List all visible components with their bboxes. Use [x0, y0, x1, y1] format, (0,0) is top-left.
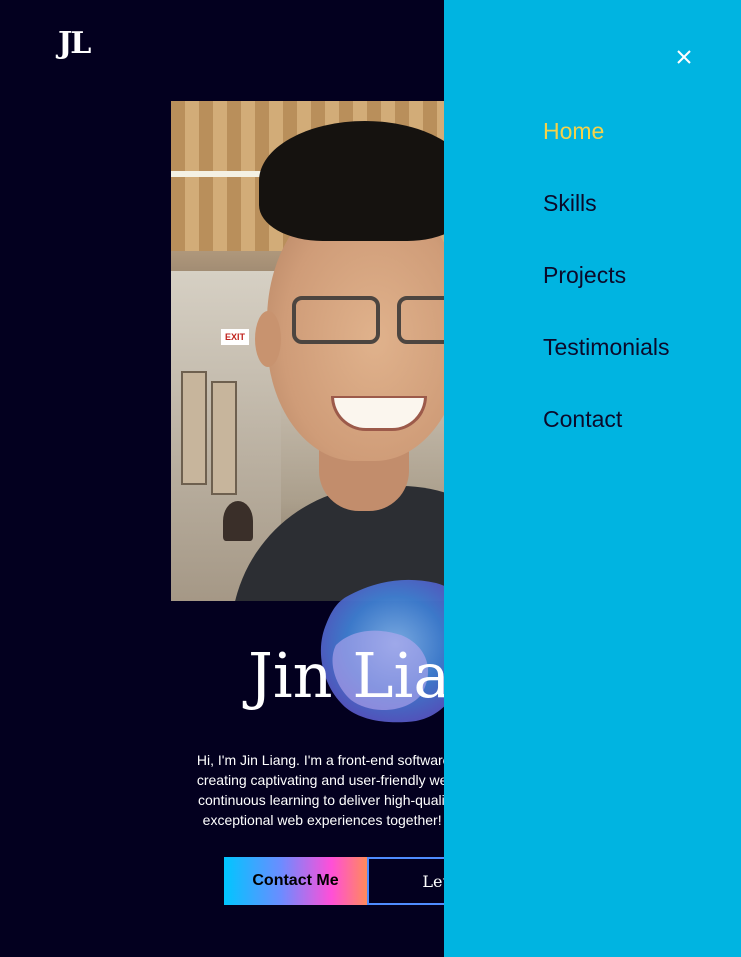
nav-item-testimonials[interactable]: Testimonials — [543, 334, 670, 406]
close-icon[interactable] — [675, 48, 693, 66]
nav-item-projects[interactable]: Projects — [543, 262, 670, 334]
nav-item-contact[interactable]: Contact — [543, 406, 670, 478]
nav-drawer: Home Skills Projects Testimonials Contac… — [444, 0, 741, 957]
profile-photo: EXIT — [171, 101, 471, 601]
exit-sign: EXIT — [221, 329, 249, 345]
nav-menu: Home Skills Projects Testimonials Contac… — [543, 118, 670, 478]
nav-item-skills[interactable]: Skills — [543, 190, 670, 262]
site-logo[interactable]: JL — [58, 26, 91, 61]
nav-item-home[interactable]: Home — [543, 118, 670, 190]
contact-me-button[interactable]: Contact Me — [224, 857, 367, 905]
